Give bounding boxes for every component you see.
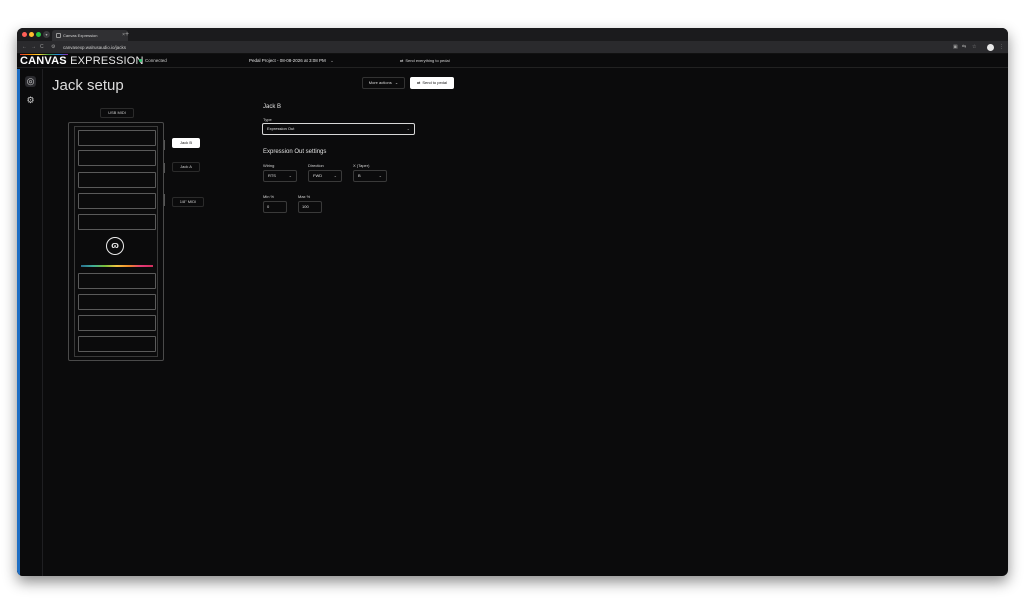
browser-window: ▾ Canvas Expression × + ← → C ⚙ canvasex… bbox=[17, 28, 1008, 576]
install-app-icon[interactable]: ▣ bbox=[953, 41, 958, 54]
direction-label: Direction bbox=[308, 163, 324, 168]
jack-connector-line bbox=[164, 140, 165, 150]
connection-status: Connected bbox=[139, 54, 167, 68]
max-input[interactable]: 100 bbox=[298, 201, 322, 213]
profile-avatar[interactable] bbox=[987, 44, 994, 51]
type-select[interactable]: Expression Out ⌄ bbox=[262, 123, 415, 135]
eighth-inch-midi-button[interactable]: 1/8" MIDI bbox=[172, 197, 204, 207]
chevron-down-icon: ⌄ bbox=[394, 80, 399, 85]
send-to-pedal-label: Send to pedal bbox=[422, 80, 448, 85]
pedal-body: ɷ bbox=[74, 126, 158, 357]
brand-name-bold: CANVAS bbox=[20, 55, 67, 67]
taper-select-value: B bbox=[358, 173, 361, 178]
settings-heading: Expression Out settings bbox=[263, 149, 327, 155]
chevron-down-icon: ⌄ bbox=[378, 173, 382, 178]
more-actions-label: More actions bbox=[368, 80, 392, 85]
page-title: Jack setup bbox=[52, 77, 124, 94]
tab-title: Canvas Expression bbox=[63, 33, 98, 38]
pedal-slot bbox=[78, 193, 156, 209]
maximize-window-button[interactable] bbox=[36, 32, 41, 37]
send-everything-button[interactable]: ⇄ Send everything to pedal bbox=[400, 54, 450, 68]
settings-nav-icon[interactable]: ⚙ bbox=[25, 95, 36, 106]
usb-midi-port[interactable]: USB MIDI bbox=[100, 108, 134, 118]
favicon-icon bbox=[56, 33, 61, 38]
jack-heading: Jack B bbox=[263, 104, 282, 110]
type-select-value: Expression Out bbox=[267, 126, 295, 131]
back-icon[interactable]: ← bbox=[22, 41, 27, 54]
browser-tab[interactable]: Canvas Expression × bbox=[52, 30, 128, 41]
pedal-slot bbox=[78, 336, 156, 352]
taper-select[interactable]: B ⌄ bbox=[353, 170, 387, 182]
max-label: Max % bbox=[298, 194, 311, 199]
project-selector[interactable]: Pedal Project - 08-08-2026 at 3:08 PM ⌄ bbox=[249, 54, 334, 68]
jack-setup-nav-icon[interactable]: ◎ bbox=[25, 76, 36, 87]
status-dot-icon bbox=[139, 59, 142, 63]
project-name: Pedal Project - 08-08-2026 at 3:08 PM bbox=[249, 58, 326, 63]
type-label: Type bbox=[263, 117, 272, 122]
url-field[interactable]: canvasexp.walrusaudio.io/jacks bbox=[63, 41, 126, 54]
pedal-diagram: ɷ bbox=[68, 122, 164, 361]
send-icon: ⇄ bbox=[416, 80, 421, 85]
sidebar-accent-bar bbox=[17, 69, 20, 576]
pedal-slot bbox=[78, 214, 156, 230]
close-window-button[interactable] bbox=[22, 32, 27, 37]
tab-search-icon[interactable]: ▾ bbox=[43, 31, 50, 38]
chevron-down-icon: ⌄ bbox=[330, 58, 334, 63]
jack-b-button[interactable]: Jack B bbox=[172, 138, 200, 148]
bookmark-star-icon[interactable]: ☆ bbox=[972, 41, 976, 54]
min-input[interactable]: 0 bbox=[263, 201, 287, 213]
reload-icon[interactable]: C bbox=[40, 41, 44, 54]
min-label: Min % bbox=[263, 194, 275, 199]
wiring-label: Wiring bbox=[263, 163, 275, 168]
site-info-icon[interactable]: ⚙ bbox=[51, 41, 55, 54]
forward-icon[interactable]: → bbox=[31, 41, 36, 54]
wiring-select[interactable]: RTS ⌄ bbox=[263, 170, 297, 182]
jack-connector-line bbox=[164, 194, 165, 206]
pedal-slot bbox=[78, 273, 156, 289]
chevron-down-icon: ⌄ bbox=[406, 126, 410, 131]
jack-a-button[interactable]: Jack A bbox=[172, 162, 200, 172]
sidebar: ◎ ⚙ bbox=[17, 69, 43, 576]
pedal-slot bbox=[78, 172, 156, 188]
wiring-select-value: RTS bbox=[268, 173, 276, 178]
pedal-slot bbox=[78, 315, 156, 331]
direction-select-value: FWD bbox=[313, 173, 323, 178]
new-tab-button[interactable]: + bbox=[125, 28, 129, 41]
send-icon: ⇄ bbox=[400, 58, 404, 63]
brand-name-light: EXPRESSION bbox=[70, 55, 144, 67]
pedal-color-strip bbox=[81, 265, 153, 267]
translate-icon[interactable]: ⇆ bbox=[962, 41, 966, 54]
pedal-slot bbox=[78, 130, 156, 146]
chevron-down-icon: ⌄ bbox=[333, 173, 337, 178]
chevron-down-icon: ⌄ bbox=[288, 173, 292, 178]
send-to-pedal-button[interactable]: ⇄ Send to pedal bbox=[410, 77, 454, 89]
walrus-logo-icon: ɷ bbox=[106, 237, 124, 255]
taper-label: X (Taper) bbox=[353, 163, 370, 168]
pedal-slot bbox=[78, 150, 156, 166]
browser-menu-icon[interactable]: ⋮ bbox=[999, 41, 1004, 54]
connection-status-label: Connected bbox=[145, 58, 167, 63]
send-everything-label: Send everything to pedal bbox=[405, 58, 450, 63]
pedal-slot bbox=[78, 294, 156, 310]
jack-connector-line bbox=[164, 163, 165, 173]
minimize-window-button[interactable] bbox=[29, 32, 34, 37]
app-header: CANVAS EXPRESSION Connected Pedal Projec… bbox=[17, 54, 1008, 68]
address-bar: ← → C ⚙ canvasexp.walrusaudio.io/jacks ▣… bbox=[17, 41, 1008, 54]
brand-logo[interactable]: CANVAS EXPRESSION bbox=[20, 55, 144, 67]
tab-strip: ▾ Canvas Expression × + bbox=[17, 28, 1008, 41]
more-actions-button[interactable]: More actions ⌄ bbox=[362, 77, 405, 89]
direction-select[interactable]: FWD ⌄ bbox=[308, 170, 342, 182]
